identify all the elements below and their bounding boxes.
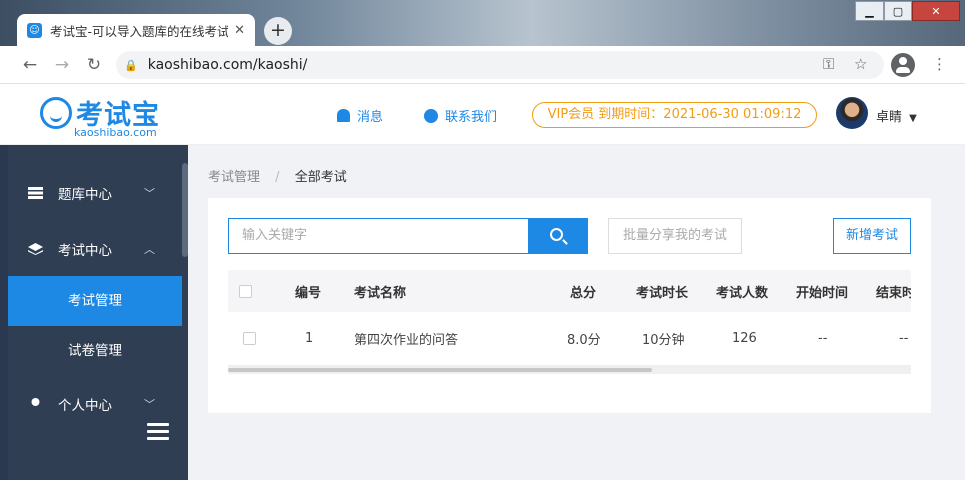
window-titlebar: ☺ 考试宝-可以导入题库的在线考试 ✕ + ▁ ▢ ✕ bbox=[0, 0, 965, 46]
table-horizontal-scrollbar[interactable] bbox=[228, 366, 911, 374]
scrollbar-thumb[interactable] bbox=[228, 368, 652, 372]
search-button[interactable] bbox=[528, 218, 588, 254]
forward-arrow-icon[interactable]: → bbox=[50, 54, 74, 76]
contact-label: 联系我们 bbox=[445, 110, 498, 125]
url-text: kaoshibao.com/kaoshi/ bbox=[147, 57, 308, 73]
cell-duration: 10分钟 bbox=[642, 333, 685, 348]
cell-id: 1 bbox=[305, 331, 314, 346]
logo-domain: kaoshibao.com bbox=[74, 126, 157, 139]
layers-icon bbox=[28, 243, 43, 255]
sidebar-item-label: 个人中心 bbox=[58, 398, 112, 414]
cell-participants: 126 bbox=[732, 331, 757, 346]
logo[interactable]: 考试宝 kaoshibao.com bbox=[40, 93, 175, 139]
breadcrumb-current: 全部考试 bbox=[294, 170, 347, 185]
sidebar-subitem-paper-management[interactable]: 试卷管理 bbox=[8, 326, 182, 376]
search-icon bbox=[550, 228, 563, 241]
select-all-checkbox[interactable] bbox=[239, 284, 252, 298]
sidebar-item-label: 题库中心 bbox=[58, 187, 112, 203]
new-tab-button[interactable]: + bbox=[264, 17, 292, 45]
column-header-name: 考试名称 bbox=[354, 285, 407, 301]
site-favicon-icon: ☺ bbox=[27, 22, 42, 38]
main-content: 考试管理 / 全部考试 输入关键字 批量分享我的考试 新增考试 编号 考试名称 … bbox=[188, 145, 965, 480]
exam-list-card: 输入关键字 批量分享我的考试 新增考试 编号 考试名称 总分 考试时长 考试人数… bbox=[208, 198, 931, 413]
browser-toolbar: ← → ↻ 🔒 kaoshibao.com/kaoshi/ ⚿ ☆ ⋮ bbox=[0, 46, 965, 84]
column-header-id: 编号 bbox=[295, 285, 322, 301]
browser-tab[interactable]: ☺ 考试宝-可以导入题库的在线考试 ✕ bbox=[17, 14, 255, 46]
vip-badge[interactable]: VIP会员 到期时间：2021-06-30 01:09:12 bbox=[532, 102, 817, 128]
messages-link[interactable]: 消息 bbox=[337, 106, 383, 125]
table-row[interactable]: 1 第四次作业的问答 8.0分 10分钟 126 -- -- bbox=[228, 312, 911, 366]
tab-title: 考试宝-可以导入题库的在线考试 bbox=[50, 23, 229, 39]
tab-close-icon[interactable]: ✕ bbox=[234, 23, 245, 38]
bell-icon bbox=[337, 109, 350, 122]
cell-name[interactable]: 第四次作业的问答 bbox=[354, 312, 458, 365]
username: 卓睛 bbox=[876, 110, 903, 125]
row-checkbox[interactable] bbox=[243, 332, 256, 345]
contact-link[interactable]: 联系我们 bbox=[424, 106, 497, 125]
user-icon bbox=[31, 398, 40, 406]
column-header-start-time: 开始时间 bbox=[796, 285, 849, 301]
minimize-button[interactable]: ▁ bbox=[855, 1, 884, 21]
key-icon[interactable]: ⚿ bbox=[823, 55, 834, 73]
messages-label: 消息 bbox=[357, 110, 384, 125]
chevron-down-icon: ﹀ bbox=[144, 398, 155, 411]
batch-share-button[interactable]: 批量分享我的考试 bbox=[608, 218, 742, 254]
cell-score: 8.0分 bbox=[567, 333, 601, 348]
user-menu[interactable]: 卓睛 ▼ bbox=[876, 106, 917, 125]
sidebar: 题库中心 ﹀ 考试中心 ︿ 考试管理 试卷管理 个人中心 ﹀ bbox=[8, 145, 188, 480]
list-icon bbox=[28, 187, 43, 199]
breadcrumb: 考试管理 / 全部考试 bbox=[208, 166, 347, 185]
sidebar-subitem-exam-management[interactable]: 考试管理 bbox=[8, 276, 182, 326]
menu-dots-icon[interactable]: ⋮ bbox=[932, 55, 947, 73]
app-header: 考试宝 kaoshibao.com 消息 联系我们 VIP会员 到期时间：202… bbox=[0, 84, 965, 145]
column-header-end-time: 结束时间 bbox=[876, 285, 911, 301]
breadcrumb-separator: / bbox=[275, 170, 280, 185]
sidebar-item-exam-center[interactable]: 考试中心 ︿ bbox=[8, 224, 182, 274]
lock-icon: 🔒 bbox=[124, 58, 138, 72]
profile-icon[interactable] bbox=[891, 53, 915, 77]
chevron-up-icon: ︿ bbox=[144, 243, 155, 256]
star-icon[interactable]: ☆ bbox=[854, 55, 867, 73]
chevron-down-icon: ﹀ bbox=[144, 187, 155, 200]
avatar[interactable] bbox=[836, 97, 868, 129]
address-bar[interactable]: 🔒 kaoshibao.com/kaoshi/ bbox=[116, 51, 884, 79]
cell-start-time: -- bbox=[818, 331, 828, 346]
collapse-sidebar-icon[interactable] bbox=[147, 423, 169, 441]
maximize-button[interactable]: ▢ bbox=[884, 1, 912, 21]
sidebar-item-question-bank[interactable]: 题库中心 ﹀ bbox=[8, 168, 182, 218]
table-header: 编号 考试名称 总分 考试时长 考试人数 开始时间 结束时间 bbox=[228, 270, 911, 312]
cell-end-time: -- bbox=[899, 331, 909, 346]
column-header-participants: 考试人数 bbox=[716, 285, 769, 301]
back-arrow-icon[interactable]: ← bbox=[18, 54, 42, 76]
sidebar-item-label: 考试中心 bbox=[58, 243, 112, 259]
search-input[interactable]: 输入关键字 bbox=[228, 218, 528, 254]
add-exam-button[interactable]: 新增考试 bbox=[833, 218, 911, 254]
caret-down-icon: ▼ bbox=[909, 113, 917, 124]
logo-mark-icon bbox=[40, 97, 72, 129]
sidebar-item-personal-center[interactable]: 个人中心 ﹀ bbox=[8, 379, 182, 414]
column-header-duration: 考试时长 bbox=[636, 285, 689, 301]
column-header-score: 总分 bbox=[570, 285, 597, 301]
breadcrumb-item[interactable]: 考试管理 bbox=[208, 170, 260, 185]
headset-icon bbox=[424, 108, 438, 123]
close-window-button[interactable]: ✕ bbox=[912, 1, 960, 21]
exam-table: 编号 考试名称 总分 考试时长 考试人数 开始时间 结束时间 1 第四次作业的问… bbox=[228, 270, 911, 374]
reload-icon[interactable]: ↻ bbox=[82, 54, 106, 76]
